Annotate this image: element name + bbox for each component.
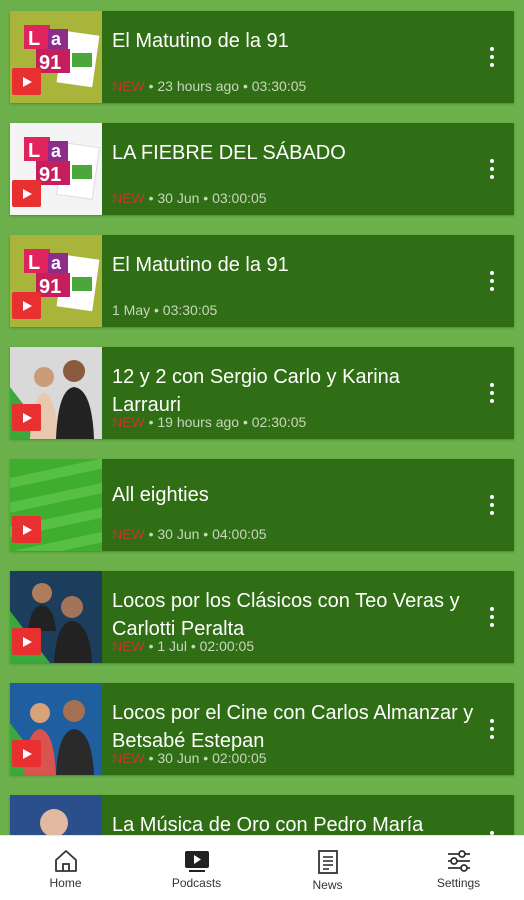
episode-title: La Música de Oro con Pedro María Santos [112,814,424,836]
episode-meta: NEW • 19 hours ago • 02:30:05 [112,414,306,430]
list-item[interactable]: All eighties NEW • 30 Jun • 04:00:05 [10,459,514,551]
episode-date-duration: • 30 Jun • 04:00:05 [148,526,267,542]
more-options-icon[interactable] [478,43,506,71]
episode-meta: NEW • 30 Jun • 04:00:05 [112,526,267,542]
settings-icon [447,850,470,872]
more-options-icon[interactable] [478,491,506,519]
new-badge: NEW [112,526,145,542]
home-icon [54,850,77,872]
nav-home[interactable]: Home [0,836,131,900]
svg-text:L: L [28,252,40,274]
svg-text:L: L [28,140,40,162]
nav-label-news: News [312,878,343,892]
play-icon[interactable] [12,516,41,543]
episode-meta: NEW • 30 Jun • 03:00:05 [112,190,267,206]
new-badge: NEW [112,750,145,766]
episode-title: 12 y 2 con Sergio Carlo y Karina Larraur… [112,366,400,416]
episode-meta: NEW • 23 hours ago • 03:30:05 [112,78,306,94]
svg-text:91: 91 [39,164,61,186]
more-options-icon[interactable] [478,715,506,743]
episode-thumbnail: L a 91 [10,11,102,103]
episode-date-duration: 1 May • 03:30:05 [112,302,218,318]
episode-thumbnail [10,347,102,439]
episode-meta: NEW • 1 Jul • 02:00:05 [112,638,254,654]
svg-text:a: a [51,141,62,161]
episode-thumbnail [10,459,102,551]
episode-thumbnail [10,795,102,836]
episode-date-duration: • 1 Jul • 02:00:05 [148,638,255,654]
news-icon [317,850,338,874]
episode-date-duration: • 30 Jun • 02:00:05 [148,750,267,766]
nav-news[interactable]: News [262,836,393,900]
episode-title: El Matutino de la 91 [112,30,289,52]
list-item[interactable]: L a 91 El Matutino de la 91 1 May • 03:3… [10,235,514,327]
svg-text:a: a [51,253,62,273]
nav-podcasts[interactable]: Podcasts [131,836,262,900]
play-icon[interactable] [12,404,41,431]
new-badge: NEW [112,190,145,206]
episode-date-duration: • 23 hours ago • 03:30:05 [148,78,307,94]
svg-text:L: L [28,28,40,50]
list-item[interactable]: L a 91 LA FIEBRE DEL SÁBADO NEW • 30 Jun… [10,123,514,215]
podcast-icon [184,851,209,872]
play-icon[interactable] [12,68,41,95]
episode-list: L a 91 El Matutino de la 91 NEW • 23 hou… [0,0,524,836]
new-badge: NEW [112,78,145,94]
episode-title: El Matutino de la 91 [112,254,289,276]
bottom-navigation: Home Podcasts News Settings [0,835,524,900]
episode-title: LA FIEBRE DEL SÁBADO [112,142,346,164]
episode-title: Locos por los Clásicos con Teo Veras y C… [112,590,460,640]
play-icon[interactable] [12,292,41,319]
list-item[interactable]: Locos por los Clásicos con Teo Veras y C… [10,571,514,663]
svg-text:91: 91 [39,276,61,298]
episode-meta: NEW • 30 Jun • 02:00:05 [112,750,267,766]
list-item[interactable]: Locos por el Cine con Carlos Almanzar y … [10,683,514,775]
nav-label-podcasts: Podcasts [171,876,222,890]
episode-date-duration: • 19 hours ago • 02:30:05 [148,414,307,430]
more-options-icon[interactable] [478,603,506,631]
svg-text:91: 91 [39,52,61,74]
play-icon[interactable] [12,628,41,655]
nav-label-settings: Settings [436,876,481,890]
svg-text:a: a [51,29,62,49]
list-item[interactable]: L a 91 El Matutino de la 91 NEW • 23 hou… [10,11,514,103]
nav-settings[interactable]: Settings [393,836,524,900]
more-options-icon[interactable] [478,267,506,295]
episode-thumbnail: L a 91 [10,123,102,215]
more-options-icon[interactable] [478,379,506,407]
episode-meta: 1 May • 03:30:05 [112,302,217,318]
episode-thumbnail: L a 91 [10,235,102,327]
episode-date-duration: • 30 Jun • 03:00:05 [148,190,267,206]
episode-title: Locos por el Cine con Carlos Almanzar y … [112,702,474,752]
nav-label-home: Home [49,876,82,890]
episode-thumbnail [10,683,102,775]
episode-thumbnail [10,571,102,663]
new-badge: NEW [112,414,145,430]
new-badge: NEW [112,638,145,654]
more-options-icon[interactable] [478,155,506,183]
play-icon[interactable] [12,740,41,767]
play-icon[interactable] [12,180,41,207]
list-item[interactable]: 12 y 2 con Sergio Carlo y Karina Larraur… [10,347,514,439]
episode-title: All eighties [112,484,209,506]
list-item[interactable]: La Música de Oro con Pedro María Santos [10,795,514,836]
